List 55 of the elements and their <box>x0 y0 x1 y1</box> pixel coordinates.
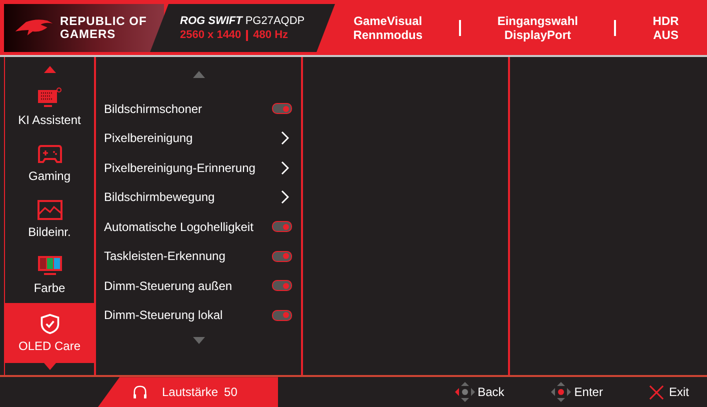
sidebar-item[interactable]: Gaming <box>5 135 94 192</box>
status-label: Eingangswahl <box>497 14 578 28</box>
model-code: PG27AQDP <box>245 15 305 28</box>
sidebar-label: Bildeinr. <box>28 225 71 240</box>
status-value: AUS <box>653 28 678 42</box>
status-value: Rennmodus <box>353 28 423 42</box>
status-value: DisplayPort <box>504 28 571 42</box>
chevron-right-icon[interactable] <box>281 190 289 204</box>
dpad-center-icon <box>550 381 572 404</box>
status-label: GameVisual <box>354 14 422 28</box>
toggle-switch[interactable] <box>272 221 292 232</box>
hint-label[interactable]: Exit <box>668 385 689 400</box>
sidebar-label: Farbe <box>34 281 66 296</box>
sidebar-item[interactable]: OLED Care <box>5 303 94 364</box>
sidebar-item[interactable]: KI Assistent <box>5 79 94 136</box>
menu-item[interactable]: Dimm-Steuerung außen <box>104 278 232 293</box>
toggle-switch[interactable] <box>272 103 292 114</box>
rgb-monitor-icon <box>36 255 62 278</box>
monitor-icon <box>36 87 62 110</box>
brand-name: REPUBLIC OF <box>60 15 147 28</box>
sidebar-item[interactable]: Bildeinr. <box>5 191 94 248</box>
menu-item[interactable]: Bildschirmschoner <box>104 102 202 116</box>
model-name: ROG SWIFT <box>180 15 242 28</box>
volume-value: 50 <box>224 385 238 400</box>
hint-label[interactable]: Back <box>478 385 504 400</box>
sidebar-label: OLED Care <box>18 339 81 354</box>
menu-item[interactable]: Dimm-Steuerung lokal <box>104 308 223 322</box>
toggle-switch[interactable] <box>272 280 292 292</box>
close-icon <box>648 384 664 400</box>
resolution: 2560 x 1440 <box>180 29 242 42</box>
menu-item[interactable]: Pixelbereinigung <box>104 131 193 146</box>
gamepad-icon <box>36 143 62 166</box>
sidebar-label: Gaming <box>28 169 71 184</box>
hint-label[interactable]: Enter <box>574 385 603 400</box>
menu-item[interactable]: Pixelbereinigung-Erinnerung <box>104 160 256 175</box>
toggle-switch[interactable] <box>272 310 292 321</box>
picture-frame-icon <box>36 199 62 222</box>
scroll-up-icon[interactable] <box>192 71 204 78</box>
sidebar-item[interactable]: Farbe <box>5 247 94 304</box>
headphones-icon <box>132 384 148 400</box>
menu-item[interactable]: Automatische Logohelligkeit <box>104 220 254 234</box>
refresh-rate: 480 Hz <box>253 29 288 42</box>
scroll-down-icon[interactable] <box>192 337 204 344</box>
toggle-switch[interactable] <box>272 250 292 262</box>
sidebar-label: KI Assistent <box>18 113 81 128</box>
brand-name: GAMERS <box>60 28 117 42</box>
volume-label: Lautstärke <box>162 385 218 400</box>
menu-item[interactable]: Taskleisten-Erkennung <box>104 249 226 264</box>
dpad-left-icon <box>454 381 476 404</box>
chevron-right-icon[interactable] <box>281 131 289 146</box>
chevron-right-icon[interactable] <box>281 160 289 175</box>
status-label: HDR <box>652 14 679 28</box>
scroll-up-icon[interactable] <box>44 66 56 74</box>
separator <box>246 30 248 41</box>
menu-item[interactable]: Bildschirmbewegung <box>104 190 215 204</box>
